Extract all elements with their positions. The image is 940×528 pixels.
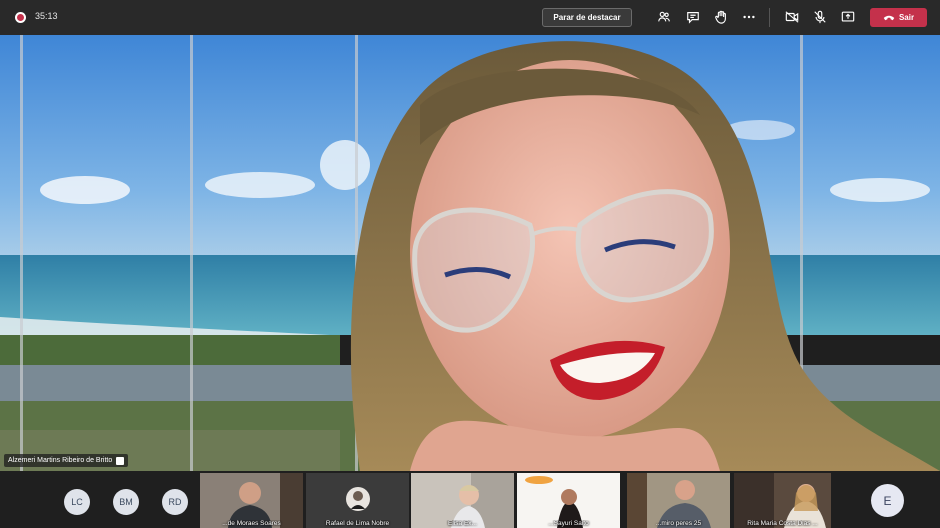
raise-hand-icon[interactable] — [713, 9, 729, 25]
chat-icon[interactable] — [685, 9, 701, 25]
participant-avatar-rd[interactable]: RD — [162, 489, 188, 515]
participant-tile[interactable]: ...Sayuri Saito — [517, 473, 620, 528]
toolbar-divider — [769, 8, 770, 27]
participants-icon[interactable] — [656, 9, 672, 25]
participant-tile[interactable]: Elisa Ex... — [411, 473, 514, 528]
leave-call-button[interactable]: Sair — [870, 8, 927, 27]
leave-label: Sair — [898, 13, 915, 22]
more-options-icon[interactable] — [741, 9, 757, 25]
spotlight-video — [0, 35, 940, 471]
participant-avatar-e[interactable]: E — [871, 484, 904, 517]
participant-tile[interactable]: Rafael de Lima Nobre — [306, 473, 409, 528]
spotlight-pin-icon — [116, 456, 125, 465]
meeting-top-bar: 35:13 Parar de destacar Sair — [0, 0, 940, 35]
participant-name: Rafael de Lima Nobre — [325, 520, 390, 527]
participant-name: Elisa Ex... — [448, 520, 477, 527]
camera-off-icon[interactable] — [784, 9, 800, 25]
participant-avatar-bm[interactable]: BM — [113, 489, 139, 515]
participant-name: Rita Maria Costa Dias ... — [747, 520, 818, 527]
hang-up-icon — [883, 15, 895, 20]
recording-indicator-icon — [15, 12, 26, 23]
participant-name: ...miro peres 25 — [655, 520, 702, 527]
participant-name: ...de Moraes Soares — [222, 520, 281, 527]
spotlight-name-tag: Alzemeri Martins Ribeiro de Britto — [4, 454, 129, 467]
spotlight-participant-name: Alzemeri Martins Ribeiro de Britto — [8, 457, 113, 464]
participant-name: ...Sayuri Saito — [548, 520, 589, 527]
mic-off-icon[interactable] — [812, 9, 828, 25]
participant-tile[interactable]: Rita Maria Costa Dias ... — [734, 473, 831, 528]
participant-tile[interactable]: ...de Moraes Soares — [200, 473, 303, 528]
call-timer: 35:13 — [35, 11, 58, 21]
participant-tile[interactable]: ...miro peres 25 — [627, 473, 730, 528]
stop-spotlight-button[interactable]: Parar de destacar — [542, 8, 632, 27]
share-screen-icon[interactable] — [840, 9, 856, 25]
participant-avatar-lc[interactable]: LC — [64, 489, 90, 515]
